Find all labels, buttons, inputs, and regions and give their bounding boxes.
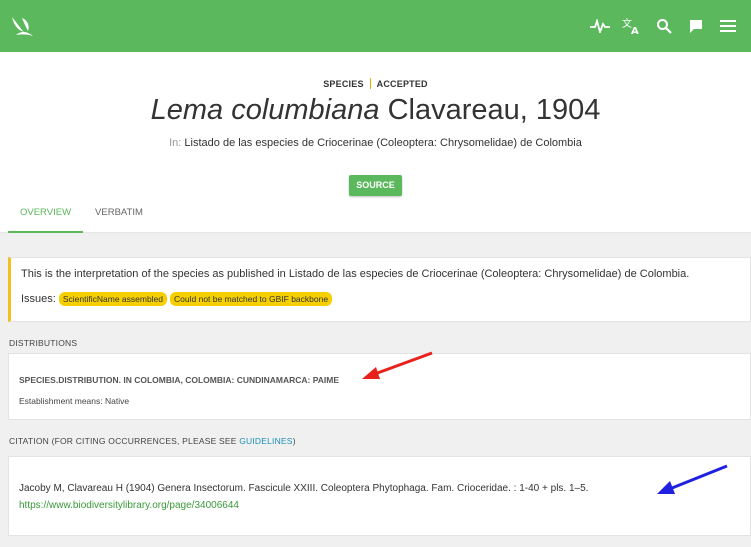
guidelines-link[interactable]: GUIDELINES bbox=[239, 436, 293, 446]
issues-row: Issues: ScientificName assembled Could n… bbox=[21, 292, 333, 306]
page-title: Lema columbiana Clavareau, 1904 bbox=[0, 94, 751, 127]
distributions-label: DISTRIBUTIONS bbox=[9, 338, 78, 348]
tab-overview[interactable]: OVERVIEW bbox=[8, 202, 84, 233]
blue-annotation-arrow-icon bbox=[657, 464, 728, 494]
issue-badge[interactable]: Could not be matched to GBIF backbone bbox=[170, 292, 333, 306]
citation-label: CITATION (FOR CITING OCCURRENCES, PLEASE… bbox=[9, 436, 296, 446]
rank-label: SPECIES bbox=[323, 79, 364, 89]
citation-card: Jacoby M, Clavareau H (1904) Genera Inse… bbox=[8, 456, 751, 536]
feedback-icon[interactable] bbox=[685, 15, 707, 37]
citation-link[interactable]: https://www.biodiversitylibrary.org/page… bbox=[19, 500, 239, 511]
divider bbox=[369, 78, 371, 89]
citation-label-suffix: ) bbox=[292, 436, 296, 446]
taxon-type-row: SPECIES ACCEPTED bbox=[0, 78, 751, 89]
establishment-means: Establishment means: Native bbox=[19, 396, 130, 406]
scientific-name: Lema columbiana bbox=[150, 94, 380, 126]
red-annotation-arrow-icon bbox=[362, 351, 433, 379]
translate-icon[interactable]: 文 A bbox=[621, 15, 643, 37]
search-icon[interactable] bbox=[653, 15, 675, 37]
status-label: ACCEPTED bbox=[376, 79, 428, 89]
source-button[interactable]: SOURCE bbox=[349, 175, 402, 196]
citation-text: Jacoby M, Clavareau H (1904) Genera Inse… bbox=[19, 483, 589, 494]
issue-badge[interactable]: ScientificName assembled bbox=[58, 292, 168, 306]
species-header: SPECIES ACCEPTED Lema columbiana Clavarea… bbox=[0, 52, 751, 233]
distribution-title: SPECIES.DISTRIBUTION. IN COLOMBIA, COLOM… bbox=[19, 375, 340, 385]
issues-label: Issues: bbox=[21, 293, 56, 305]
interpretation-notice: This is the interpretation of the specie… bbox=[8, 257, 751, 322]
in-prefix: In: bbox=[169, 137, 182, 149]
main-content: This is the interpretation of the specie… bbox=[0, 233, 751, 547]
gbif-logo-icon[interactable] bbox=[8, 12, 36, 40]
svg-text:A: A bbox=[631, 26, 639, 35]
tab-bar: OVERVIEW VERBATIM bbox=[8, 202, 155, 233]
activity-icon[interactable] bbox=[589, 15, 611, 37]
authorship: Clavareau, 1904 bbox=[387, 94, 601, 126]
citation-label-text: CITATION (FOR CITING OCCURRENCES, PLEASE… bbox=[9, 436, 237, 446]
top-icons: 文 A bbox=[589, 12, 739, 40]
menu-icon[interactable] bbox=[717, 15, 739, 37]
tab-verbatim[interactable]: VERBATIM bbox=[83, 202, 155, 233]
dataset-line: In: Listado de las especies de Criocerin… bbox=[0, 137, 751, 149]
dataset-name[interactable]: Listado de las especies de Criocerinae (… bbox=[184, 137, 581, 149]
notice-text: This is the interpretation of the specie… bbox=[21, 268, 690, 280]
top-bar: 文 A bbox=[0, 0, 751, 52]
